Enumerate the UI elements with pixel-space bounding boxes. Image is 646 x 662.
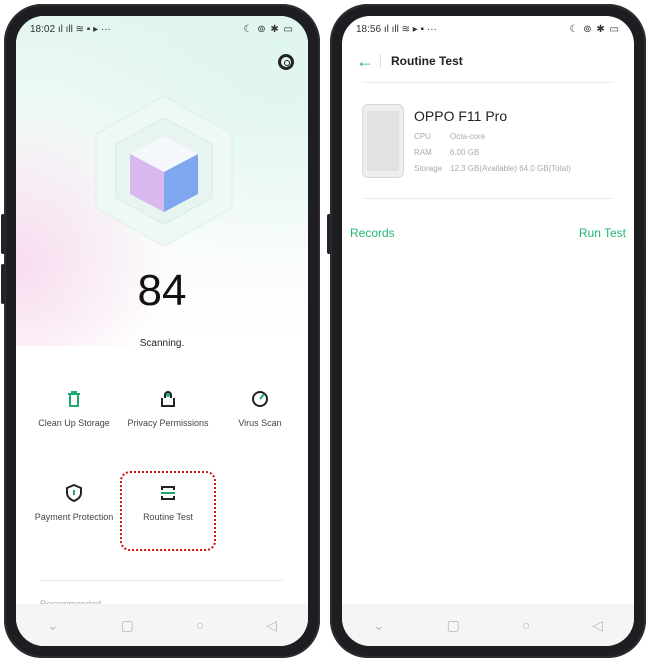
tool-label: Privacy Permissions xyxy=(127,418,209,428)
device-name: OPPO F11 Pro xyxy=(414,108,508,124)
gauge-icon xyxy=(252,391,268,407)
nav-home-icon[interactable]: ○ xyxy=(522,617,530,633)
cube-graphic xyxy=(95,96,233,246)
spec-value: 6.00 GB xyxy=(450,148,480,157)
spec-key: Storage xyxy=(414,164,443,173)
highlight-box xyxy=(120,471,216,551)
divider xyxy=(362,198,614,199)
tool-privacy-permissions[interactable]: Privacy Permissions xyxy=(120,390,216,429)
spec-value: Octa-core xyxy=(450,132,486,141)
nav-bar: ⌄ ▢ ○ ◁ xyxy=(16,604,308,646)
tool-label: Payment Protection xyxy=(34,512,114,522)
divider xyxy=(40,580,284,581)
status-icons-right: ☾ ⊚ ✱ ▭ xyxy=(569,23,620,35)
tool-virus-scan[interactable]: Virus Scan xyxy=(212,390,308,429)
status-bar: 18:56 ıl ıll ≋ ▸ ▪ ··· ☾ ⊚ ✱ ▭ xyxy=(342,16,634,42)
page-title: Routine Test xyxy=(391,54,463,68)
nav-recents-icon[interactable]: ▢ xyxy=(121,617,134,634)
status-bar: 18:02 ıl ıll ≋ ▪ ▸ ··· ☾ ⊚ ✱ ▭ xyxy=(16,16,308,42)
spec-row: Storage 12.3 GB(Available) 64.0 GB(Total) xyxy=(414,164,571,173)
divider xyxy=(362,82,614,83)
spec-value: 12.3 GB(Available) 64.0 GB(Total) xyxy=(450,164,571,173)
volume-button xyxy=(1,264,5,304)
tool-clean-up-storage[interactable]: Clean Up Storage xyxy=(26,390,122,429)
spec-key: CPU xyxy=(414,132,431,141)
score-value: 84 xyxy=(137,266,187,315)
status-icons: ıl ıll ≋ ▸ ▪ ··· xyxy=(383,23,437,35)
nav-hide-icon[interactable]: ⌄ xyxy=(373,617,385,634)
status-icons: ıl ıll ≋ ▪ ▸ ··· xyxy=(57,23,111,35)
phone-image-icon xyxy=(362,104,404,178)
volume-button xyxy=(327,214,331,254)
volume-button xyxy=(1,214,5,254)
divider xyxy=(380,54,381,68)
phone-right: 18:56 ıl ıll ≋ ▸ ▪ ··· ☾ ⊚ ✱ ▭ ← Routine… xyxy=(327,4,646,658)
nav-back-icon[interactable]: ◁ xyxy=(592,617,603,634)
spec-key: RAM xyxy=(414,148,432,157)
status-time: 18:56 xyxy=(356,23,382,35)
phone-left: 18:02 ıl ıll ≋ ▪ ▸ ··· ☾ ⊚ ✱ ▭ 84 Scanni… xyxy=(1,4,320,658)
spec-row: CPU Octa-core xyxy=(414,132,485,141)
lock-icon xyxy=(161,391,175,407)
status-time: 18:02 xyxy=(30,23,56,35)
shield-icon xyxy=(66,484,82,502)
nav-hide-icon[interactable]: ⌄ xyxy=(47,617,59,634)
spec-row: RAM 6.00 GB xyxy=(414,148,479,157)
run-test-button[interactable]: Run Test xyxy=(579,226,626,240)
nav-back-icon[interactable]: ◁ xyxy=(266,617,277,634)
tool-label: Clean Up Storage xyxy=(38,418,110,428)
back-arrow-icon[interactable]: ← xyxy=(356,51,378,72)
tool-label: Virus Scan xyxy=(238,418,282,428)
nav-bar: ⌄ ▢ ○ ◁ xyxy=(342,604,634,646)
status-icons-right: ☾ ⊚ ✱ ▭ xyxy=(243,23,294,35)
tool-payment-protection[interactable]: Payment Protection xyxy=(26,484,122,523)
nav-home-icon[interactable]: ○ xyxy=(196,617,204,633)
records-link[interactable]: Records xyxy=(350,226,395,240)
scan-status: Scanning. xyxy=(139,338,185,349)
trash-icon xyxy=(68,391,80,407)
settings-icon[interactable] xyxy=(278,54,294,70)
phone-manager-screen: 18:02 ıl ıll ≋ ▪ ▸ ··· ☾ ⊚ ✱ ▭ 84 Scanni… xyxy=(16,16,308,646)
routine-test-screen: 18:56 ıl ıll ≋ ▸ ▪ ··· ☾ ⊚ ✱ ▭ ← Routine… xyxy=(342,16,634,646)
nav-recents-icon[interactable]: ▢ xyxy=(447,617,460,634)
app-header: ← Routine Test xyxy=(342,42,634,80)
